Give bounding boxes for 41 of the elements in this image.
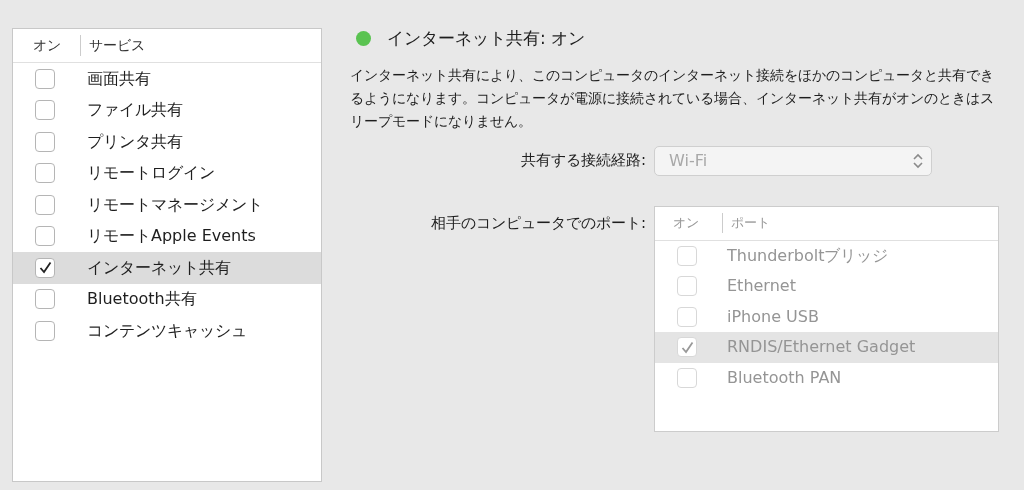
- checkbox[interactable]: [35, 100, 55, 121]
- list-row[interactable]: 画面共有: [13, 63, 321, 95]
- checkbox[interactable]: [35, 320, 55, 341]
- column-header[interactable]: サービス: [81, 35, 145, 56]
- row-label: リモートログイン: [87, 162, 215, 185]
- row-label: プリンタ共有: [87, 130, 183, 153]
- row-label: コンテンツキャッシュ: [87, 319, 247, 342]
- list-row[interactable]: リモートログイン: [13, 157, 321, 189]
- field-label: 相手のコンピュータでのポート:: [429, 212, 646, 234]
- checkmark-icon: [38, 261, 52, 275]
- description-text: インターネット共有により、このコンピュータのインターネット接続をほかのコンピュータと共有できるようになります。コンピュータが電源に接続されている場合、インターネット共有がオンのときはスリープモードになりません。: [350, 65, 995, 131]
- list-row[interactable]: プリンタ共有: [13, 126, 321, 158]
- row-label: リモートApple Events: [87, 225, 256, 248]
- checkbox[interactable]: [35, 68, 55, 89]
- checkbox[interactable]: [35, 163, 55, 184]
- row-label: iPhone USB: [727, 305, 819, 328]
- row-label: ファイル共有: [87, 99, 183, 122]
- checkbox[interactable]: [35, 289, 55, 310]
- row-label: インターネット共有: [87, 256, 231, 279]
- row-label: RNDIS/Ethernet Gadget: [727, 336, 916, 359]
- row-label: Ethernet: [727, 275, 796, 298]
- checkbox[interactable]: [35, 131, 55, 152]
- list-row[interactable]: リモートApple Events: [13, 220, 321, 252]
- list-row[interactable]: リモートマネージメント: [13, 189, 321, 221]
- row-label: 画面共有: [87, 67, 151, 90]
- row-label: Bluetooth共有: [87, 288, 197, 311]
- list-row[interactable]: インターネット共有: [13, 252, 321, 284]
- field-label: 共有する接続経路:: [519, 150, 646, 172]
- checkbox[interactable]: [35, 194, 55, 215]
- list-row[interactable]: Bluetooth共有: [13, 283, 321, 315]
- column-header[interactable]: オン: [13, 35, 81, 56]
- row-label: Bluetooth PAN: [727, 366, 842, 389]
- row-label: Thunderboltブリッジ: [727, 244, 889, 267]
- list-row[interactable]: ファイル共有: [13, 94, 321, 126]
- list-row[interactable]: コンテンツキャッシュ: [13, 315, 321, 347]
- chevron-icon: [913, 152, 923, 169]
- checkmark-icon: [680, 340, 694, 354]
- checkbox[interactable]: [35, 226, 55, 247]
- status-title: インターネット共有: オン: [387, 27, 586, 50]
- checkbox[interactable]: [35, 257, 55, 278]
- row-label: リモートマネージメント: [87, 193, 263, 216]
